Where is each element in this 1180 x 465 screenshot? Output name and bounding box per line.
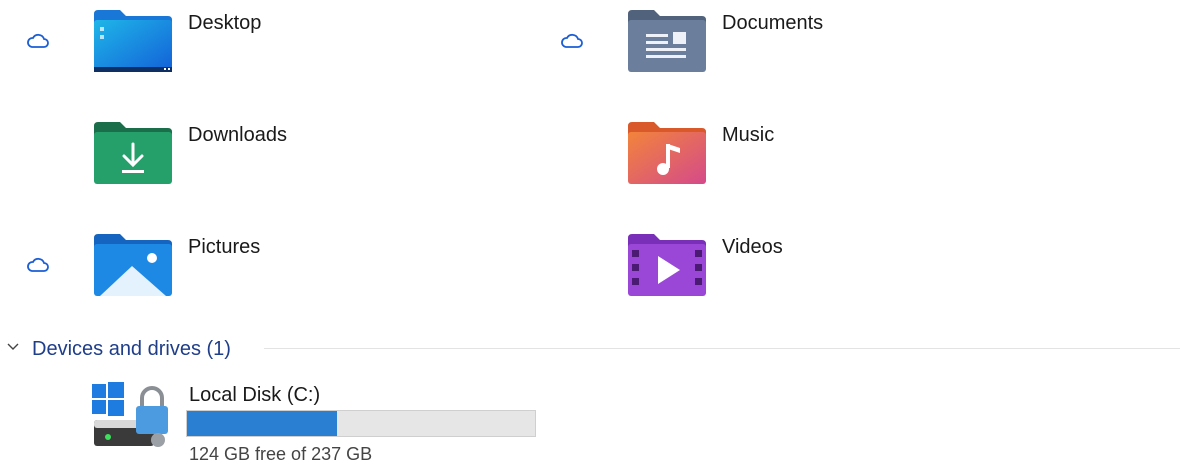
- drive-usage-text: 124 GB free of 237 GB: [189, 444, 373, 464]
- folder-item-desktop[interactable]: Desktop: [26, 10, 546, 105]
- desktop-folder-icon: [94, 10, 172, 72]
- folder-label: Downloads: [188, 124, 287, 146]
- music-folder-icon: [628, 122, 706, 184]
- videos-folder-icon: [628, 234, 706, 296]
- folder-label: Pictures: [188, 236, 261, 258]
- folder-item-pictures[interactable]: Pictures: [26, 234, 546, 329]
- folder-label: Music: [722, 124, 775, 146]
- folder-item-videos[interactable]: Videos: [560, 234, 1080, 329]
- downloads-folder-icon: [94, 122, 172, 184]
- drive-usage-fill: [187, 411, 337, 436]
- folder-item-music[interactable]: Music: [560, 122, 1080, 217]
- chevron-down-icon[interactable]: [6, 340, 20, 354]
- cloud-icon: [561, 33, 583, 48]
- folder-label: Videos: [722, 236, 783, 258]
- cloud-icon: [27, 257, 49, 272]
- section-divider: [264, 348, 1180, 349]
- devices-section-header[interactable]: Devices and drives (1): [0, 334, 1180, 364]
- pictures-folder-icon: [94, 234, 172, 296]
- drive-usage-bar: [186, 410, 536, 437]
- folder-label: Desktop: [188, 12, 262, 34]
- cloud-icon: [27, 33, 49, 48]
- drive-label: Local Disk (C:): [189, 384, 321, 406]
- folder-item-documents[interactable]: Documents: [560, 10, 1080, 105]
- documents-folder-icon: [628, 10, 706, 72]
- section-title: Devices and drives (1): [32, 338, 231, 360]
- local-disk-drive-icon: [92, 382, 168, 447]
- folder-item-downloads[interactable]: Downloads: [26, 122, 546, 217]
- folder-label: Documents: [722, 12, 824, 34]
